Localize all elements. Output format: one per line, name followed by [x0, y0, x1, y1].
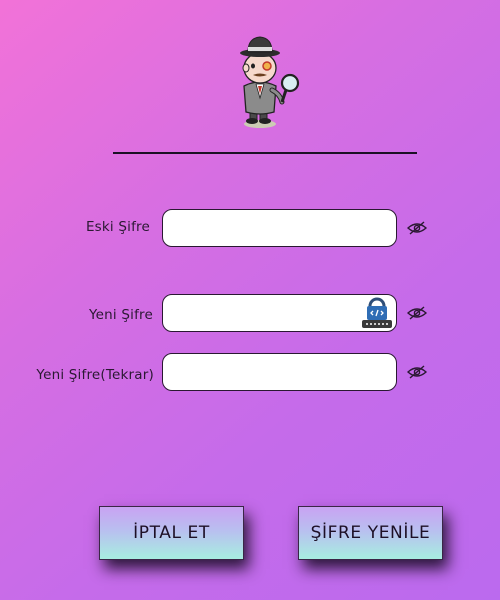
new-password-repeat-input[interactable] — [162, 353, 397, 391]
cancel-button[interactable]: İPTAL ET — [99, 506, 244, 560]
new-password-label: Yeni Şifre — [89, 307, 153, 323]
renew-password-button[interactable]: ŞİFRE YENİLE — [298, 506, 443, 560]
old-password-label: Eski Şifre — [85, 219, 150, 235]
password-manager-icon[interactable] — [361, 297, 393, 329]
old-password-input[interactable] — [162, 209, 397, 247]
eye-slash-icon[interactable] — [407, 365, 427, 379]
new-password-repeat-label: Yeni Şifre(Tekrar) — [36, 367, 154, 383]
detective-mascot-icon — [240, 36, 300, 128]
eye-slash-icon[interactable] — [407, 221, 427, 235]
header-divider — [113, 152, 417, 154]
eye-slash-icon[interactable] — [407, 306, 427, 320]
